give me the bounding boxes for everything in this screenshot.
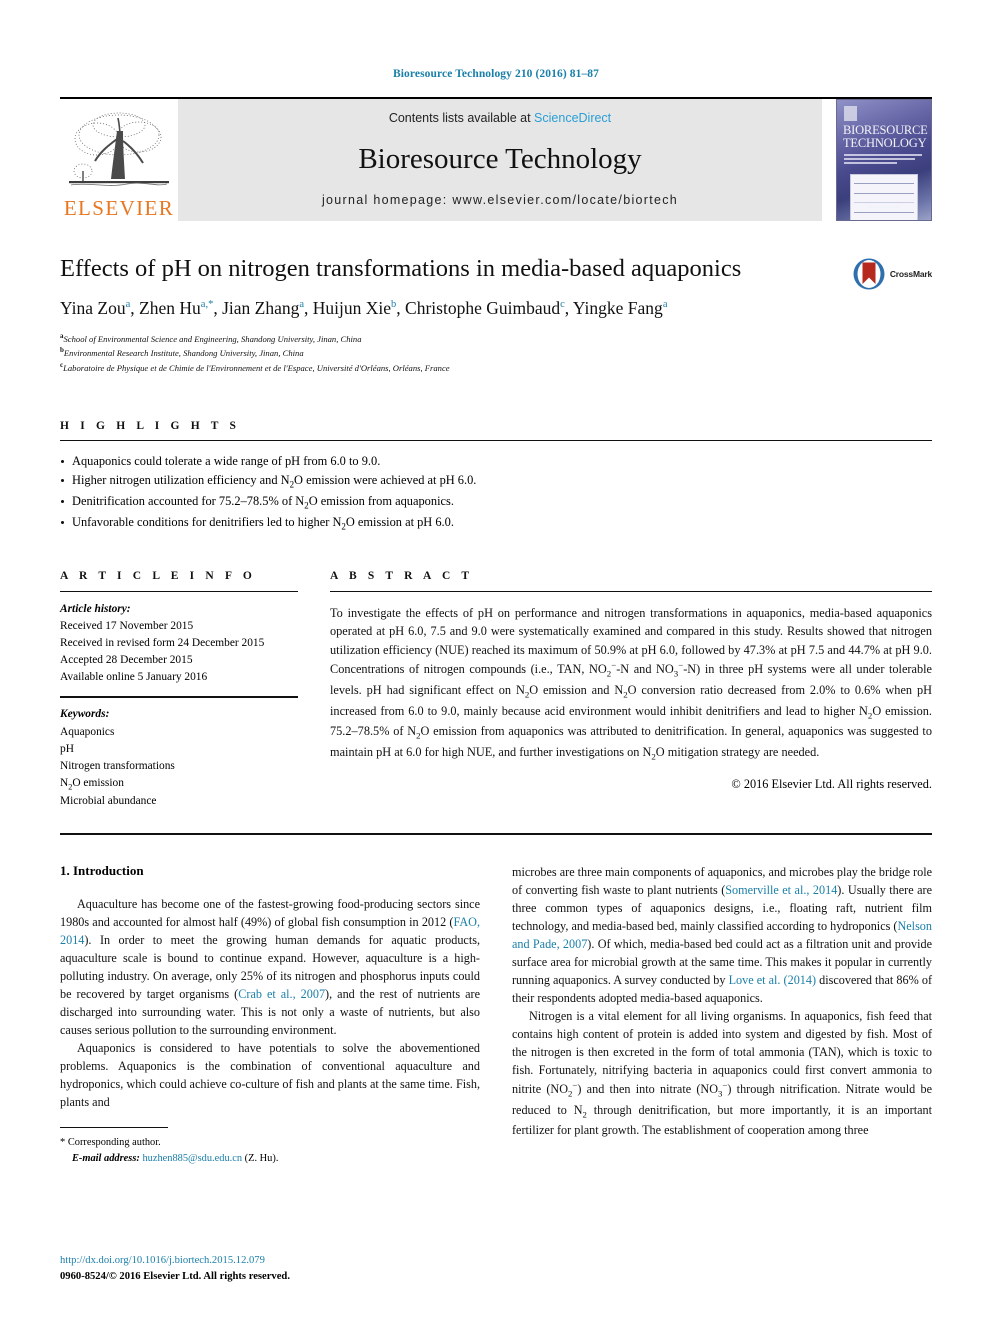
corresponding-line: * Corresponding author. [60, 1135, 480, 1151]
list-item: Unfavorable conditions for denitrifiers … [60, 513, 932, 534]
elsevier-logo: ELSEVIER [60, 99, 178, 221]
highlights-list: Aquaponics could tolerate a wide range o… [60, 452, 932, 534]
highlights-section: H I G H L I G H T S Aquaponics could tol… [60, 420, 932, 534]
article-history-heading: Article history: [60, 602, 131, 615]
issn-copyright-line: 0960-8524/© 2016 Elsevier Ltd. All right… [60, 1271, 290, 1283]
list-item: Higher nitrogen utilization efficiency a… [60, 471, 932, 492]
crossmark-label: CrossMark [889, 269, 932, 279]
page-footer: http://dx.doi.org/10.1016/j.biortech.201… [60, 1253, 290, 1285]
info-abstract-section: A R T I C L E I N F O Article history: R… [60, 570, 932, 811]
journal-masthead: ELSEVIER Contents lists available at Sci… [60, 97, 932, 221]
cover-title-line2: TECHNOLOGY [843, 135, 927, 150]
highlights-rule [60, 439, 932, 441]
affiliation-a: aSchool of Environmental Science and Eng… [60, 331, 822, 345]
cover-figure [850, 174, 918, 220]
crossmark-icon [853, 258, 885, 290]
sciencedirect-link[interactable]: ScienceDirect [534, 111, 611, 125]
affiliation-list: aSchool of Environmental Science and Eng… [60, 331, 822, 374]
article-info-rule [60, 590, 298, 592]
contents-available-line: Contents lists available at ScienceDirec… [389, 111, 611, 125]
keyword-item: N2O emission [60, 776, 124, 792]
masthead-center: Contents lists available at ScienceDirec… [178, 99, 822, 221]
email-label: E-mail address: [72, 1152, 140, 1164]
cover-elsevier-mark-icon [844, 106, 857, 121]
elsevier-tree-icon [69, 112, 169, 186]
doi-link[interactable]: http://dx.doi.org/10.1016/j.biortech.201… [60, 1253, 290, 1269]
abstract-body: To investigate the effects of pH on perf… [330, 605, 932, 762]
crossmark-badge[interactable]: CrossMark [852, 257, 932, 291]
cover-title: BIORESOURCE TECHNOLOGY [843, 123, 928, 150]
email-link[interactable]: huzhen885@sdu.edu.cn [142, 1153, 242, 1164]
section-heading-introduction: 1. Introduction [60, 862, 144, 878]
list-item: Denitrification accounted for 75.2–78.5%… [60, 492, 932, 513]
contents-prefix: Contents lists available at [388, 111, 535, 125]
list-item: Aquaponics could tolerate a wide range o… [60, 452, 932, 471]
cover-footer-lines [847, 202, 921, 212]
paragraph: Aquaculture has become one of the fastes… [60, 896, 480, 1037]
affiliation-text-a: School of Environmental Science and Engi… [63, 333, 362, 344]
keyword-item: Aquaponics [60, 725, 115, 738]
body-column-left: 1. Introduction Aquaculture has become o… [60, 863, 480, 1167]
article-info-heading: A R T I C L E I N F O [60, 569, 256, 582]
cover-title-line1: BIORESOURCE [843, 123, 928, 137]
affiliation-c: cLaboratoire de Physique et de Chimie de… [60, 360, 822, 374]
keywords-rule [60, 696, 298, 699]
history-revised: Received in revised form 24 December 201… [60, 637, 265, 650]
paragraph: Aquaponics is considered to have potenti… [60, 1040, 480, 1110]
paragraph: Nitrogen is a vital element for all livi… [512, 1008, 932, 1138]
keyword-item: pH [60, 742, 74, 755]
article-page: Bioresource Technology 210 (2016) 81–87 [0, 0, 992, 1323]
asterisk-icon: * [60, 1137, 66, 1149]
body-columns: 1. Introduction Aquaculture has become o… [60, 863, 932, 1167]
corresponding-author-note: * Corresponding author. E-mail address: … [60, 1135, 480, 1166]
body-column-right: microbes are three main components of aq… [512, 863, 932, 1167]
title-block: Effects of pH on nitrogen transformation… [60, 255, 932, 374]
email-suffix: (Z. Hu). [242, 1152, 279, 1164]
affiliation-b: bEnvironmental Research Institute, Shand… [60, 345, 822, 359]
paragraph: microbes are three main components of aq… [512, 864, 933, 1005]
highlights-heading: H I G H L I G H T S [60, 419, 241, 432]
history-received: Received 17 November 2015 [60, 619, 194, 632]
journal-title: Bioresource Technology [358, 142, 642, 175]
elsevier-wordmark: ELSEVIER [63, 196, 175, 220]
article-info-column: A R T I C L E I N F O Article history: R… [60, 570, 298, 811]
journal-homepage-link[interactable]: journal homepage: www.elsevier.com/locat… [322, 193, 678, 207]
keywords-heading: Keywords: [60, 708, 110, 721]
cover-subtitle-lines [844, 154, 925, 168]
affiliation-text-b: Environmental Research Institute, Shando… [63, 348, 304, 359]
history-online: Available online 5 January 2016 [60, 671, 208, 684]
corresponding-text: Corresponding author. [67, 1137, 161, 1149]
article-history-block: Article history: Received 17 November 20… [60, 601, 298, 687]
abstract-column: A B S T R A C T To investigate the effec… [330, 570, 932, 811]
affiliation-text-c: Laboratoire de Physique et de Chimie de … [63, 362, 450, 373]
history-accepted: Accepted 28 December 2015 [60, 654, 193, 667]
abstract-heading: A B S T R A C T [330, 569, 474, 582]
journal-cover-thumbnail: BIORESOURCE TECHNOLOGY [836, 99, 932, 221]
footnote-area: * Corresponding author. E-mail address: … [60, 1127, 480, 1166]
abstract-bottom-rule [60, 832, 932, 835]
page-title: Effects of pH on nitrogen transformation… [60, 255, 742, 282]
copyright-line: © 2016 Elsevier Ltd. All rights reserved… [731, 776, 932, 791]
author-list: Yina Zoua, Zhen Hua,*, Jian Zhanga, Huij… [60, 298, 668, 319]
email-line: E-mail address: huzhen885@sdu.edu.cn (Z.… [60, 1151, 480, 1167]
footnote-rule [60, 1127, 168, 1129]
abstract-rule [330, 590, 932, 592]
running-head: Bioresource Technology 210 (2016) 81–87 [392, 68, 599, 80]
keyword-item: Nitrogen transformations [60, 759, 175, 772]
keyword-item: Microbial abundance [60, 795, 157, 808]
keywords-block: Keywords: Aquaponics pH Nitrogen transfo… [60, 706, 298, 810]
